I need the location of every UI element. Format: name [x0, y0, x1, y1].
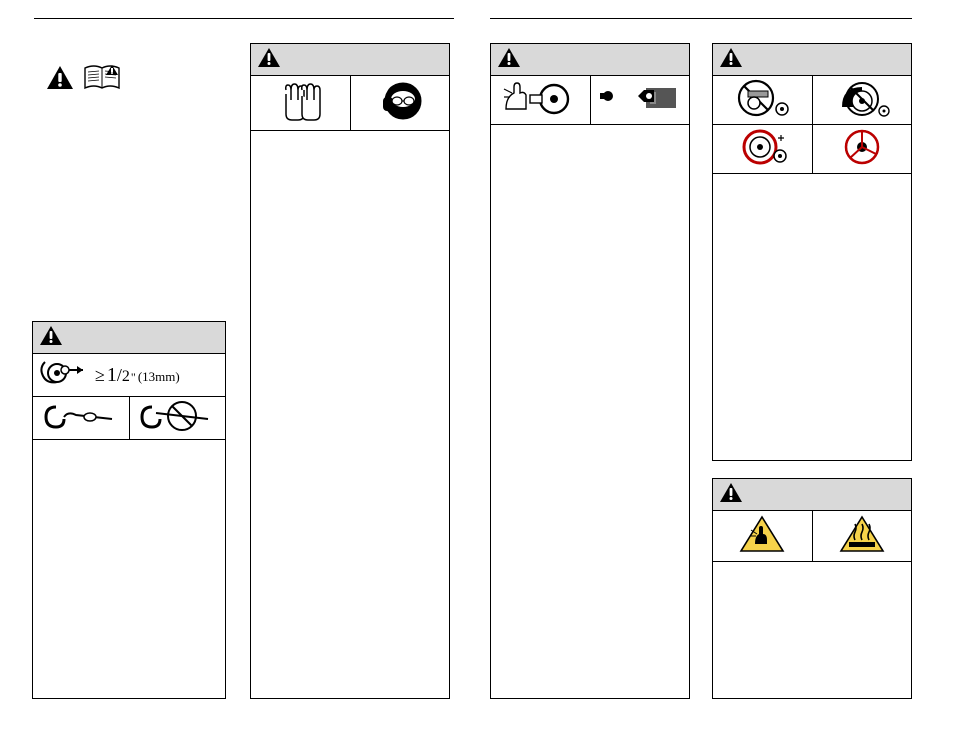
read-manual-block — [46, 62, 122, 97]
ear-eye-protection-icon — [373, 79, 427, 128]
hook-row — [33, 397, 225, 440]
hot-surface-icon — [837, 514, 887, 559]
damaged-disc-icon — [732, 126, 792, 173]
page-right — [490, 18, 912, 19]
read-manual-icon — [82, 62, 122, 97]
dimension-text: ≥ 1 / 2 " (13mm) — [95, 364, 180, 387]
warning-header — [713, 44, 911, 76]
handling-row — [491, 76, 689, 125]
warning-header — [713, 479, 911, 511]
ppe-warning-box — [250, 43, 450, 699]
no-guard-remove-icon — [832, 77, 892, 124]
hook-dimension-warning-box: ≥ 1 / 2 " (13mm) — [32, 321, 226, 699]
cracked-disc-icon — [832, 126, 892, 173]
disc-prohibition-box — [712, 43, 912, 461]
prohibit-row-1 — [713, 76, 911, 125]
hand-near-disc-icon — [500, 79, 580, 122]
hook-correct-icon — [42, 399, 120, 438]
use-wrench-icon — [598, 80, 682, 121]
disc-arrow-icon — [39, 356, 87, 395]
warning-icon — [46, 65, 74, 95]
prohibit-row-2 — [713, 125, 911, 174]
warning-header — [491, 44, 689, 76]
warning-header — [33, 322, 225, 354]
dimension-row: ≥ 1 / 2 " (13mm) — [33, 354, 225, 397]
hazard-row — [713, 511, 911, 562]
ppe-row — [251, 76, 449, 131]
hazard-warning-box — [712, 478, 912, 699]
no-side-grinding-icon — [732, 77, 792, 124]
warning-icon — [39, 325, 63, 351]
page-left — [34, 18, 454, 19]
warning-icon — [719, 482, 743, 508]
hook-prohibited-icon — [138, 399, 216, 438]
warning-header — [251, 44, 449, 76]
warning-icon — [257, 47, 281, 73]
cut-hazard-icon — [737, 514, 787, 559]
handling-warning-box — [490, 43, 690, 699]
wear-gloves-icon — [278, 80, 322, 127]
warning-icon — [497, 47, 521, 73]
warning-icon — [719, 47, 743, 73]
